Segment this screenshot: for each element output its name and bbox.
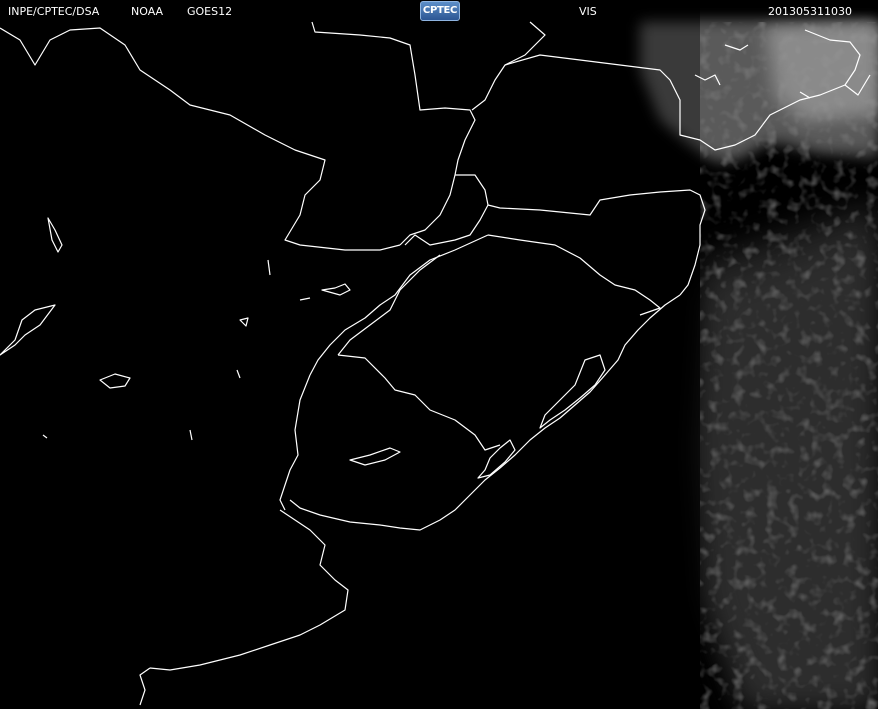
satellite-label: GOES12 (187, 5, 233, 18)
cptec-logo: CPTEC (420, 1, 460, 21)
satellite-map (0, 0, 878, 709)
source-label: INPE/CPTEC/DSA (8, 5, 100, 18)
timestamp-label: 201305311030 (768, 5, 852, 18)
channel-label: VIS (579, 5, 597, 18)
agency-label: NOAA (131, 5, 164, 18)
